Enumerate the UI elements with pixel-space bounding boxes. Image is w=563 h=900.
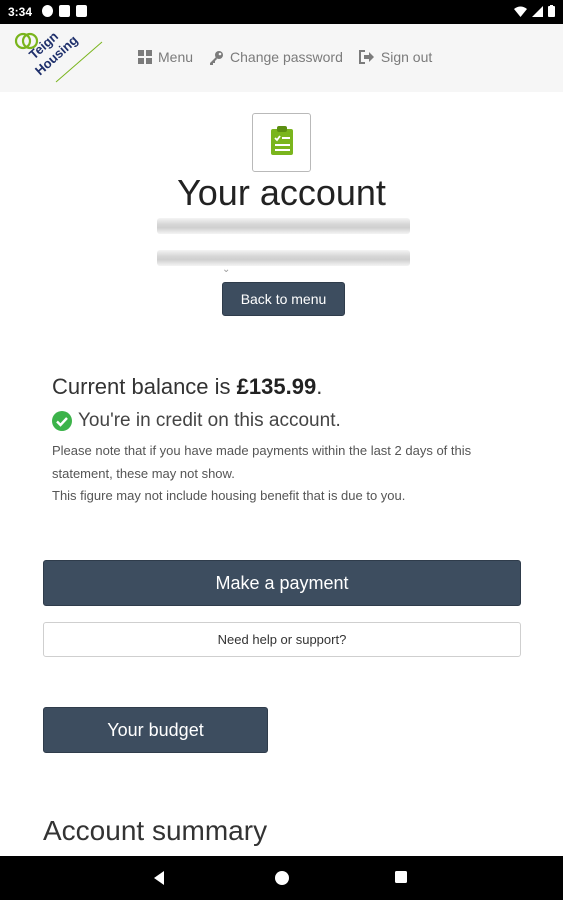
notification-icon [42, 5, 53, 17]
your-budget-button[interactable]: Your budget [43, 707, 268, 753]
notification-icons [42, 5, 87, 17]
nav-change-password-label: Change password [230, 49, 343, 65]
battery-icon [548, 5, 555, 17]
housing-benefit-note: This figure may not include housing bene… [52, 488, 406, 503]
system-nav-bar [0, 856, 563, 900]
nav-menu-label: Menu [158, 49, 194, 65]
notification-icon [76, 5, 87, 17]
status-bar: 3:34 [0, 0, 563, 24]
page-title: Your account [177, 172, 386, 213]
recents-square-icon [395, 871, 407, 883]
grid-icon [138, 50, 152, 64]
nav-back-button[interactable] [130, 856, 190, 900]
chevron-down-icon: ⌄ [222, 264, 231, 275]
redacted-name [157, 218, 410, 234]
redacted-address [157, 250, 410, 266]
nav-sign-out-label: Sign out [380, 49, 433, 65]
signal-icon [532, 5, 543, 17]
payment-note: Please note that if you have made paymen… [52, 443, 472, 481]
top-nav: Menu Change password Sign out [138, 49, 432, 65]
wifi-icon [514, 6, 527, 17]
system-icons [514, 5, 555, 17]
home-circle-icon [275, 871, 289, 885]
account-summary-heading: Account summary [43, 815, 268, 846]
app-header: Teign Housing Menu Change password Sign … [0, 24, 563, 92]
nav-menu[interactable]: Menu [138, 49, 193, 65]
notification-icon [59, 5, 70, 17]
balance-amount: £135.99 [236, 374, 317, 399]
back-to-menu-button[interactable]: Back to menu [222, 282, 345, 316]
account-icon-box [252, 113, 311, 172]
key-icon [210, 50, 224, 65]
clipboard-icon [271, 126, 293, 155]
nav-sign-out[interactable]: Sign out [358, 49, 433, 65]
balance-suffix: . [316, 374, 323, 399]
check-circle-icon [52, 411, 72, 431]
balance-notes: Please note that if you have made paymen… [52, 440, 532, 508]
help-support-button[interactable]: Need help or support? [43, 622, 521, 657]
current-balance: Current balance is £135.99. [52, 374, 322, 400]
nav-change-password[interactable]: Change password [209, 49, 343, 65]
nav-home-button[interactable] [252, 856, 312, 900]
teign-housing-logo[interactable]: Teign Housing [14, 32, 106, 84]
credit-text: You're in credit on this account. [78, 410, 341, 431]
nav-recents-button[interactable] [372, 856, 432, 900]
make-payment-button[interactable]: Make a payment [43, 560, 521, 606]
back-triangle-icon [154, 871, 164, 885]
credit-status: You're in credit on this account. [52, 410, 341, 432]
status-time: 3:34 [8, 5, 33, 19]
balance-prefix: Current balance is [52, 374, 237, 399]
sign-out-icon [358, 50, 374, 64]
